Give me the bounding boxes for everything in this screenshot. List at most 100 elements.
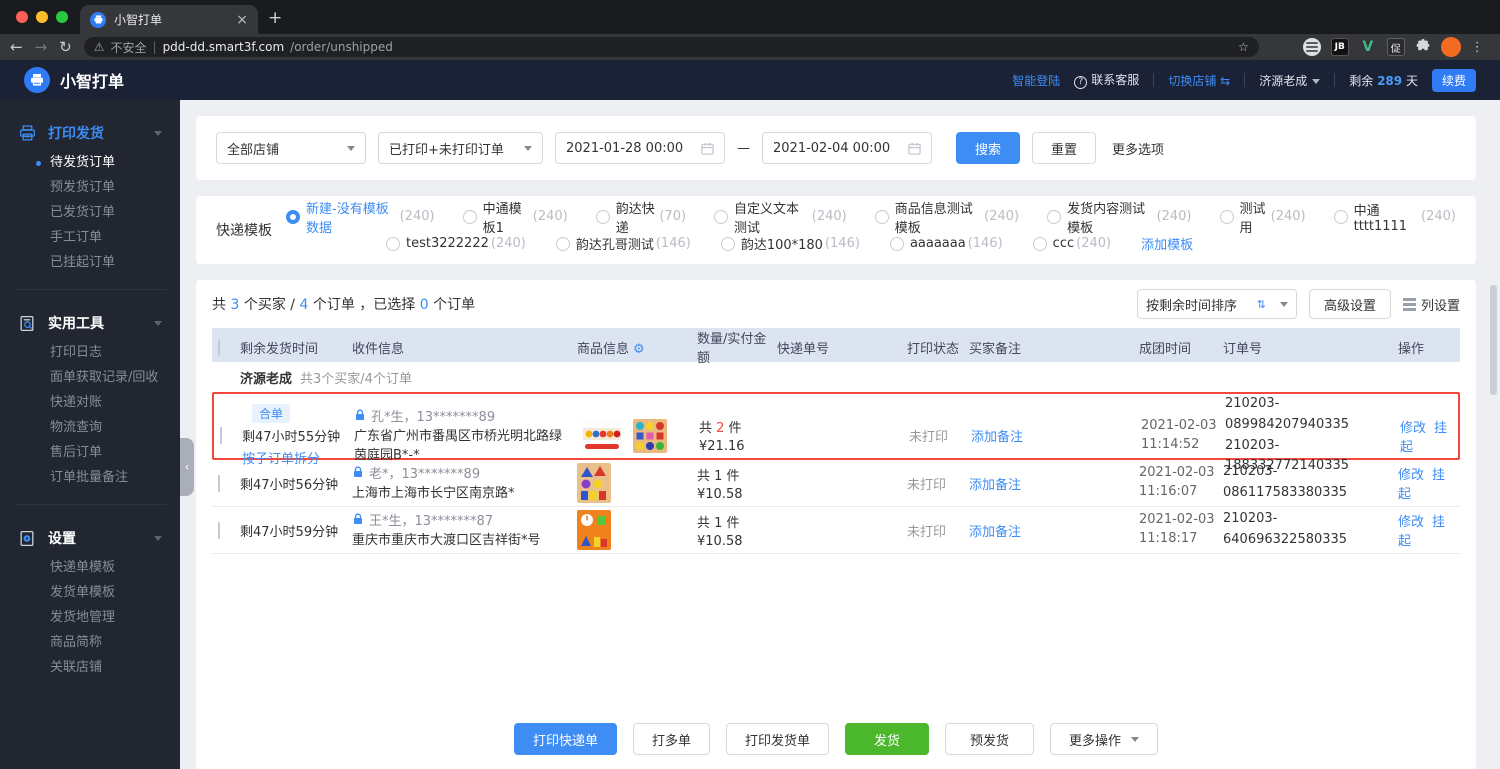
sidebar-item-preship-orders[interactable]: 预发货订单	[0, 175, 180, 200]
advanced-settings-button[interactable]: 高级设置	[1308, 289, 1391, 319]
fullscreen-window-button[interactable]	[56, 11, 68, 23]
radio-icon[interactable]	[720, 236, 735, 251]
radio-icon[interactable]	[462, 209, 477, 224]
close-window-button[interactable]	[16, 11, 28, 23]
product-image[interactable]	[577, 510, 611, 550]
product-image[interactable]	[579, 419, 625, 452]
edit-order-link[interactable]: 修改	[1398, 515, 1424, 530]
split-suborder-link[interactable]: 按子订单拆分	[242, 448, 354, 467]
list-extension-icon[interactable]	[1302, 38, 1321, 56]
sidebar-item-logistics-query[interactable]: 物流查询	[0, 415, 180, 440]
template-option[interactable]: 韵达孔哥测试 (146)	[555, 234, 691, 253]
print-status-select[interactable]: 已打印+未打印订单	[378, 132, 543, 164]
browser-tab[interactable]: 小智打单 ×	[80, 5, 258, 34]
date-from-input[interactable]: 2021-01-28 00:00	[555, 132, 725, 164]
template-option[interactable]: 发货内容测试模板 (240)	[1047, 198, 1192, 236]
more-options-link[interactable]: 更多选项	[1112, 139, 1164, 158]
sidebar-item-held-orders[interactable]: 已挂起订单	[0, 250, 180, 275]
security-label[interactable]: 不安全	[111, 39, 147, 56]
template-option[interactable]: 自定义文本测试 (240)	[714, 198, 847, 236]
product-image[interactable]	[633, 418, 667, 453]
radio-icon[interactable]	[889, 236, 904, 251]
profile-avatar[interactable]	[1440, 37, 1461, 57]
template-option[interactable]: ccc (240)	[1032, 236, 1111, 251]
template-option[interactable]: 中通模板1 (240)	[462, 198, 568, 236]
vertical-scrollbar[interactable]	[1490, 285, 1497, 395]
shop-select[interactable]: 全部店铺	[216, 132, 366, 164]
new-tab-button[interactable]: +	[268, 8, 282, 28]
sidebar-group-print-ship[interactable]: 打印发货	[0, 116, 180, 150]
contact-support-link[interactable]: ? 联系客服	[1074, 71, 1139, 89]
switch-shop-link[interactable]: 切换店铺 ⇆	[1168, 72, 1230, 89]
radio-icon[interactable]	[555, 236, 570, 251]
print-invoice-button[interactable]: 打印发货单	[725, 723, 829, 755]
sidebar-item-ship-address[interactable]: 发货地管理	[0, 605, 180, 630]
tab-close-icon[interactable]: ×	[236, 12, 248, 28]
bookmark-star-icon[interactable]: ☆	[1238, 40, 1249, 54]
minimize-window-button[interactable]	[36, 11, 48, 23]
template-option[interactable]: 韵达快递 (70)	[595, 198, 686, 236]
sidebar-item-manual-orders[interactable]: 手工订单	[0, 225, 180, 250]
sidebar-item-aftersale-orders[interactable]: 售后订单	[0, 440, 180, 465]
radio-icon[interactable]	[1333, 209, 1348, 224]
radio-icon[interactable]	[874, 209, 889, 224]
sidebar-item-batch-remark[interactable]: 订单批量备注	[0, 465, 180, 490]
add-remark-link[interactable]: 添加备注	[969, 478, 1021, 493]
more-actions-button[interactable]: 更多操作	[1050, 723, 1159, 755]
date-to-input[interactable]: 2021-02-04 00:00	[762, 132, 932, 164]
order-row-2[interactable]: 剩47小时56分钟 老*，13*******89 上海市上海市长宁区南京路* 共…	[212, 460, 1460, 507]
reload-icon[interactable]: ↻	[59, 39, 72, 55]
template-option[interactable]: aaaaaaa (146)	[889, 236, 1003, 251]
radio-icon[interactable]	[286, 209, 300, 224]
radio-icon[interactable]	[595, 209, 610, 224]
back-icon[interactable]: ←	[10, 39, 23, 55]
vue-devtools-icon[interactable]: V	[1359, 38, 1377, 56]
radio-icon[interactable]	[714, 209, 729, 224]
renew-button[interactable]: 续费	[1431, 68, 1476, 92]
reset-button[interactable]: 重置	[1032, 132, 1097, 164]
jetbrains-extension-icon[interactable]: JB	[1330, 38, 1349, 56]
sidebar-item-waybill-records[interactable]: 面单获取记录/回收	[0, 365, 180, 390]
template-option[interactable]: 测试用 (240)	[1219, 198, 1306, 236]
sidebar-group-tools[interactable]: 实用工具	[0, 306, 180, 340]
radio-icon[interactable]	[1032, 236, 1047, 251]
select-all-checkbox[interactable]	[218, 338, 220, 356]
order-row-3[interactable]: 剩47小时59分钟 王*生，13*******87 重庆市重庆市大渡口区吉祥街*…	[212, 507, 1460, 554]
order-row-1[interactable]: 合单 剩47小时55分钟 按子订单拆分 孔*生，13*******89 广东省广…	[212, 392, 1460, 473]
row-checkbox[interactable]	[218, 521, 220, 539]
preship-button[interactable]: 预发货	[945, 723, 1035, 755]
sidebar-item-express-template[interactable]: 快递单模板	[0, 555, 180, 580]
browser-menu-icon[interactable]: ⋮	[1471, 40, 1484, 55]
sidebar-item-invoice-template[interactable]: 发货单模板	[0, 580, 180, 605]
add-template-link[interactable]: 添加模板	[1141, 234, 1193, 253]
template-option[interactable]: 商品信息测试模板 (240)	[874, 198, 1019, 236]
sidebar-item-express-reconcile[interactable]: 快递对账	[0, 390, 180, 415]
column-settings-button[interactable]: 列设置	[1402, 295, 1460, 314]
edit-order-link[interactable]: 修改	[1398, 468, 1424, 483]
template-option[interactable]: 新建-没有模板数据 (240)	[286, 198, 435, 236]
template-option[interactable]: 中通tttt1111 (240)	[1333, 200, 1456, 234]
template-option[interactable]: test3222222 (240)	[386, 236, 526, 251]
template-option[interactable]: 韵达100*180 (146)	[720, 234, 860, 253]
cu-extension-icon[interactable]: 促	[1386, 38, 1405, 56]
edit-order-link[interactable]: 修改	[1400, 421, 1426, 436]
radio-icon[interactable]	[386, 236, 400, 251]
product-image[interactable]	[577, 463, 611, 503]
gear-icon[interactable]: ⚙	[633, 342, 645, 357]
address-bar[interactable]: ⚠ 不安全 | pdd-dd.smart3f.com/order/unshipp…	[83, 37, 1259, 57]
sidebar-item-linked-shops[interactable]: 关联店铺	[0, 655, 180, 680]
grid-extension-icon[interactable]	[1275, 38, 1293, 56]
search-button[interactable]: 搜索	[956, 132, 1021, 164]
forward-icon[interactable]: →	[35, 39, 48, 55]
radio-icon[interactable]	[1219, 209, 1234, 224]
smart-login-link[interactable]: 智能登陆	[1012, 72, 1060, 89]
add-remark-link[interactable]: 添加备注	[969, 525, 1021, 540]
sidebar-group-settings[interactable]: 设置	[0, 521, 180, 555]
ship-button[interactable]: 发货	[845, 723, 930, 755]
sidebar-item-shipped-orders[interactable]: 已发货订单	[0, 200, 180, 225]
sidebar-collapse-handle[interactable]: ‹	[180, 438, 194, 496]
sidebar-item-unshipped-orders[interactable]: 待发货订单	[0, 150, 180, 175]
sort-select[interactable]: 按剩余时间排序 ⇅	[1136, 289, 1297, 319]
window-controls[interactable]	[16, 11, 68, 23]
add-remark-link[interactable]: 添加备注	[971, 430, 1023, 445]
